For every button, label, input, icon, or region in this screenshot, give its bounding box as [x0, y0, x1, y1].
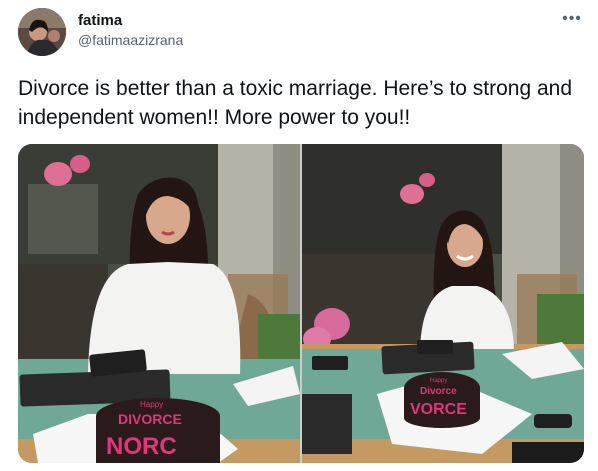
photo-right[interactable]: Happy Divorce VORCE [302, 144, 584, 463]
right-cake-text-bottom: VORCE [410, 401, 467, 418]
photo-left[interactable]: Happy DIVORCE NORC [18, 144, 300, 463]
left-cake-text-main: DIVORCE [118, 411, 182, 427]
more-horizontal-icon[interactable]: ••• [560, 10, 584, 28]
right-cake-text-main: Divorce [420, 386, 457, 397]
media-grid: Happy DIVORCE NORC Happy Divorce VORCE [18, 144, 584, 463]
right-cake-text-top: Happy [430, 378, 447, 384]
user-handle[interactable]: @fatimaazizrana [78, 32, 183, 48]
avatar[interactable] [18, 8, 66, 56]
left-cake-text-bottom: NORC [106, 433, 177, 460]
tweet-text: Divorce is better than a toxic marriage.… [18, 77, 573, 129]
display-name[interactable]: fatima [78, 12, 122, 29]
profile-photo [18, 8, 66, 56]
left-cake-text-top: Happy [140, 400, 163, 409]
